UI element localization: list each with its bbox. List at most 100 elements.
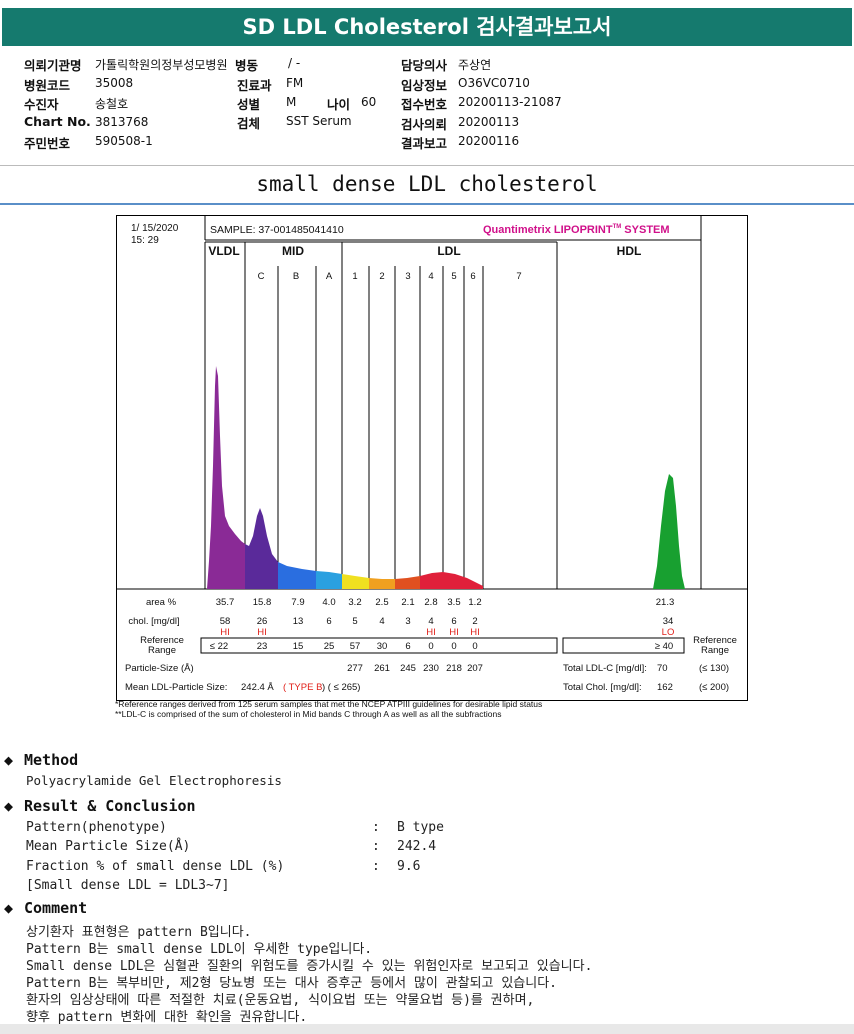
band-1: 1 — [352, 271, 357, 282]
dept-label: 진료과 — [237, 78, 272, 93]
particle-5: 218 — [446, 663, 462, 674]
band-4: 4 — [428, 271, 433, 282]
area-1: 3.2 — [348, 597, 361, 608]
flag-4: HI — [426, 627, 436, 638]
result-heading: ◆ Result & Conclusion — [4, 797, 196, 815]
sex-label: 성별 — [237, 97, 261, 112]
flag-5: HI — [449, 627, 459, 638]
group-hdl: HDL — [617, 244, 642, 258]
total-chol-label: Total Chol. [mg/dl]: — [563, 682, 642, 693]
ldl3-peak — [395, 576, 420, 589]
mid-b-peak — [278, 562, 316, 589]
diamond-icon: ◆ — [4, 797, 14, 815]
area-3: 2.1 — [401, 597, 414, 608]
result-label-2: Fraction % of small dense LDL (%) — [26, 859, 285, 874]
lipoprint-figure: 1/ 15/2020 15: 29 SAMPLE: 37-00148504141… — [117, 216, 747, 693]
result-colon-0: : — [372, 820, 380, 835]
area-6: 1.2 — [468, 597, 481, 608]
particle-6: 207 — [467, 663, 483, 674]
area-a: 4.0 — [322, 597, 335, 608]
comment-heading: ◆ Comment — [4, 899, 87, 917]
footnote-1: *Reference ranges derived from 125 serum… — [115, 699, 543, 709]
lipoprint-report: 1/ 15/2020 15: 29 SAMPLE: 37-00148504141… — [116, 215, 748, 701]
chol-6: 2 — [472, 616, 477, 627]
age-value: 60 — [361, 95, 377, 109]
mid-c-peak — [245, 508, 278, 589]
dept-value: FM — [286, 76, 304, 90]
brand-name: Quantimetrix LIPOPRINTTM SYSTEM — [483, 224, 670, 236]
method-text: Polyacrylamide Gel Electrophoresis — [26, 773, 282, 788]
ref-vldl: ≤ 22 — [210, 641, 228, 652]
band-6: 6 — [470, 271, 475, 282]
result-colon-1: : — [372, 839, 380, 854]
hdl-peak — [653, 474, 685, 589]
ref-4: 0 — [428, 641, 433, 652]
ldl2-peak — [369, 578, 395, 589]
ref-3: 6 — [405, 641, 410, 652]
clinical-label: 임상정보 — [401, 78, 448, 93]
receipt-value: 20200113-21087 — [458, 95, 562, 109]
result-value-1: 242.4 — [397, 839, 437, 854]
chol-a: 6 — [326, 616, 331, 627]
comment-line-5: 향후 pattern 변화에 대한 확인을 권유합니다. — [26, 1010, 308, 1025]
flag-c: HI — [257, 627, 267, 638]
comment-heading-text: Comment — [24, 899, 88, 917]
flag-6: HI — [470, 627, 480, 638]
institution-value: 가톨릭학원의정부성모병원 — [95, 58, 228, 72]
ref-label: Reference Range — [140, 636, 184, 656]
band-c: C — [258, 271, 265, 282]
particle-1: 277 — [347, 663, 363, 674]
particle-3: 245 — [400, 663, 416, 674]
section-title: small dense LDL cholesterol — [256, 172, 598, 196]
total-chol-value: 162 — [657, 682, 673, 693]
result-label-0: Pattern(phenotype) — [26, 820, 167, 835]
vldl-peak — [207, 366, 245, 589]
institution-label: 의뢰기관명 — [24, 58, 82, 73]
ref-c: 23 — [257, 641, 268, 652]
mean-type: ( TYPE B — [283, 682, 322, 693]
result-value-2: 9.6 — [397, 859, 421, 874]
report-date: 1/ 15/2020 — [131, 223, 179, 234]
chol-b: 13 — [293, 616, 304, 627]
method-heading: ◆ Method — [4, 751, 78, 769]
doctor-value: 주상연 — [458, 58, 492, 72]
total-ldl-label: Total LDL-C [mg/dl]: — [563, 663, 647, 674]
area-5: 3.5 — [447, 597, 460, 608]
doctor-label: 담당의사 — [401, 58, 448, 73]
particle-2: 261 — [374, 663, 390, 674]
hospcode-label: 병원코드 — [24, 78, 71, 93]
band-3: 3 — [405, 271, 410, 282]
specimen-value: SST Serum — [286, 114, 352, 128]
chol-hdl: 34 — [663, 616, 674, 627]
ward-label: 병동 — [235, 58, 259, 73]
chol-5: 6 — [451, 616, 456, 627]
total-chol-range: (≤ 200) — [699, 682, 729, 693]
total-ldl-value: 70 — [657, 663, 668, 674]
flag-hdl: LO — [662, 627, 675, 638]
band-7: 7 — [516, 271, 521, 282]
result-label-1: Mean Particle Size(Å) — [26, 839, 191, 854]
chol-label: chol. [mg/dl] — [128, 616, 179, 627]
mean-value: 242.4 Å — [241, 682, 274, 693]
divider-accent — [0, 203, 854, 205]
report-time: 15: 29 — [131, 235, 159, 246]
report-date-label: 결과보고 — [401, 136, 448, 151]
band-2: 2 — [379, 271, 384, 282]
chol-c: 26 — [257, 616, 268, 627]
sex-value: M — [286, 95, 297, 109]
area-2: 2.5 — [375, 597, 388, 608]
mean-label: Mean LDL-Particle Size: — [125, 682, 227, 693]
result-note: [Small dense LDL = LDL3~7] — [26, 878, 230, 893]
chol-4: 4 — [428, 616, 433, 627]
particle-4: 230 — [423, 663, 439, 674]
ldl1-peak — [342, 574, 369, 589]
diamond-icon: ◆ — [4, 751, 14, 769]
ward-value: / - — [288, 56, 301, 70]
report-date-value: 20200116 — [458, 134, 520, 148]
request-value: 20200113 — [458, 115, 520, 129]
ref-6: 0 — [472, 641, 477, 652]
method-heading-text: Method — [24, 751, 79, 769]
ref-label-right: Reference Range — [693, 636, 737, 656]
area-hdl: 21.3 — [656, 597, 675, 608]
footnote-2: **LDL-C is comprised of the sum of chole… — [115, 709, 502, 719]
